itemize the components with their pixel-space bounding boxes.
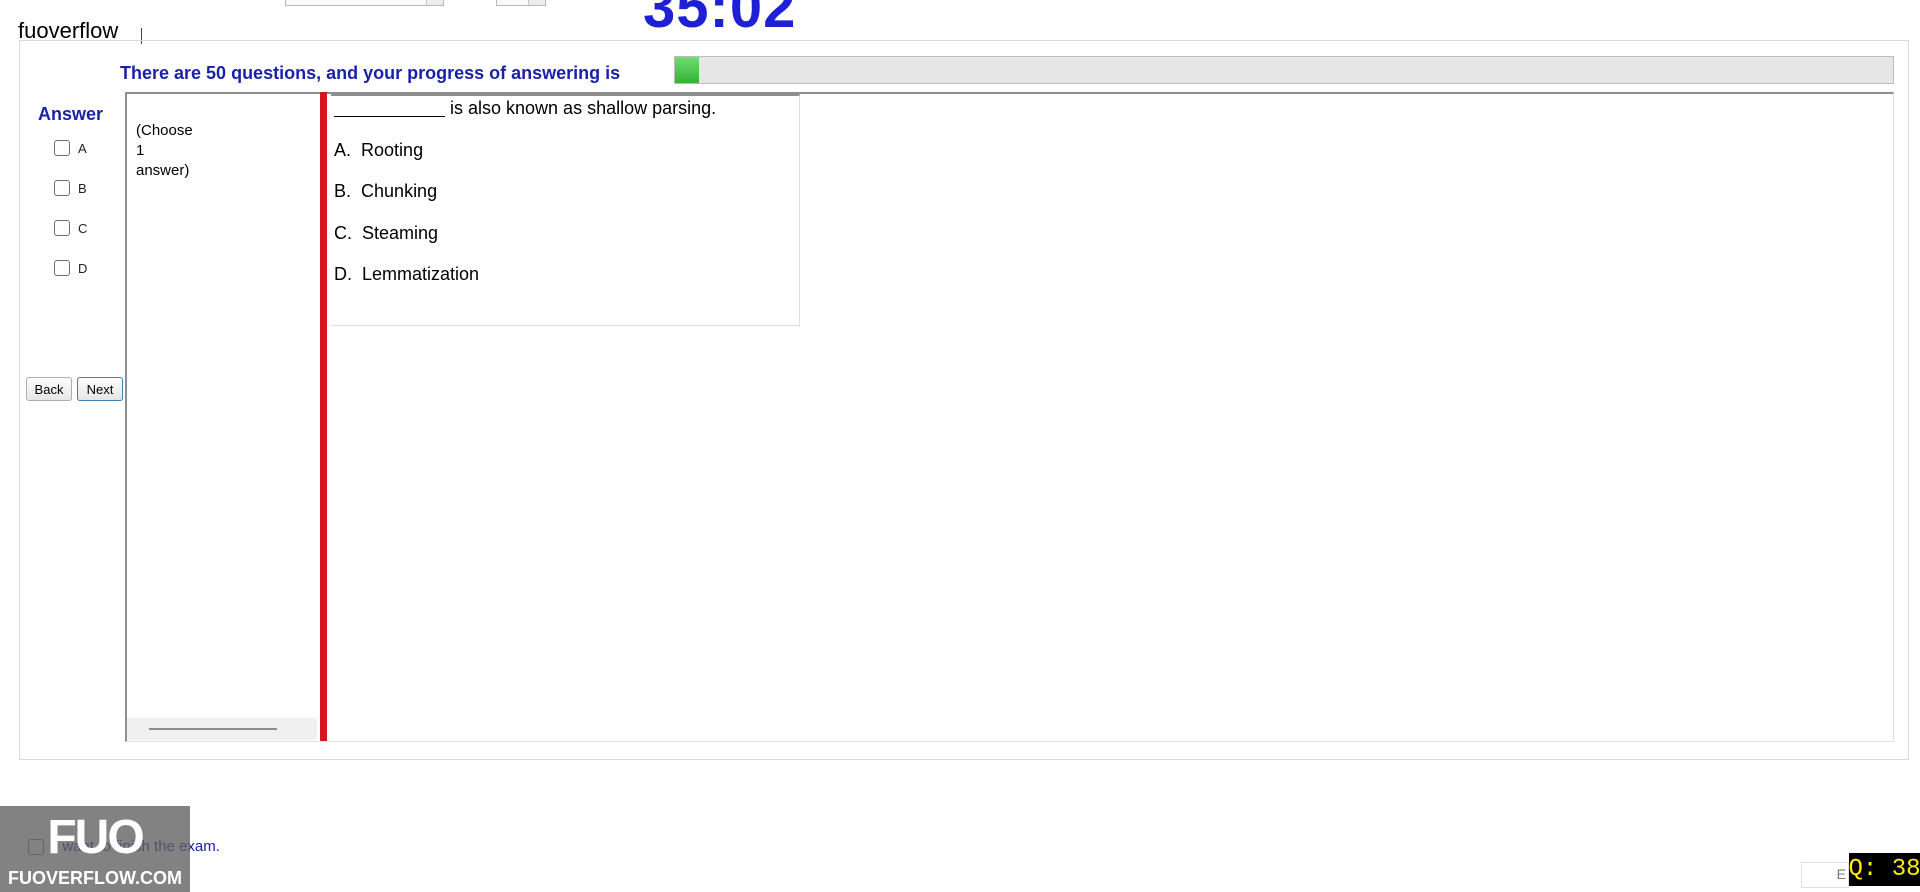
top-dropdown[interactable] (285, 0, 444, 6)
answer-option-d[interactable]: D (54, 259, 87, 277)
question-blank (334, 116, 445, 117)
choice-b: B. Chunking (334, 181, 437, 202)
top-small-dropdown[interactable] (496, 0, 546, 6)
countdown-timer: 35:02 (643, 0, 797, 40)
watermark-logo-text: FUO (47, 811, 144, 864)
bottom-small-field[interactable]: E (1801, 862, 1849, 888)
progress-fill (675, 57, 700, 83)
choice-a: A. Rooting (334, 140, 423, 161)
choice-letter: B. (334, 181, 352, 201)
answer-checkbox-a[interactable] (54, 140, 70, 156)
answer-checkbox-b[interactable] (54, 180, 70, 196)
answer-option-label: D (78, 260, 88, 276)
progress-label: There are 50 questions, and your progres… (120, 63, 621, 83)
horizontal-scrollbar[interactable] (127, 718, 317, 740)
instruction-text: (Choose 1 answer) (136, 122, 193, 179)
question-number-badge: Q: 38 (1849, 853, 1920, 886)
choice-c: C. Steaming (334, 223, 438, 244)
answer-option-a[interactable]: A (54, 139, 87, 157)
answer-option-label: A (78, 140, 87, 156)
choice-letter: C. (334, 223, 352, 243)
choice-text: Steaming (362, 223, 439, 243)
choice-letter: D. (334, 264, 352, 284)
watermark-url: FUOVERFLOW.COM (8, 868, 182, 888)
answer-option-label: C (78, 220, 88, 236)
answer-option-label: B (78, 180, 87, 196)
question-box (331, 94, 800, 326)
next-button[interactable]: Next (77, 377, 123, 401)
watermark-logo: FUO FUOVERFLOW.COM (0, 806, 190, 892)
answer-option-c[interactable]: C (54, 219, 87, 237)
bottom-small-field-text: E (1836, 866, 1846, 882)
choice-text: Chunking (361, 181, 438, 201)
answer-option-b[interactable]: B (54, 179, 87, 197)
dropdown-arrow[interactable] (426, 0, 443, 5)
small-dropdown-arrow[interactable] (528, 0, 545, 5)
answer-title: Answer (38, 104, 104, 124)
choice-text: Rooting (361, 140, 424, 160)
choice-d: D. Lemmatization (334, 264, 479, 285)
progress-bar (674, 56, 1894, 84)
answer-checkbox-d[interactable] (54, 260, 70, 276)
pane-splitter[interactable] (320, 92, 327, 741)
question-text: is also known as shallow parsing. (450, 98, 717, 118)
scrollbar-thumb[interactable] (149, 728, 277, 730)
answer-checkbox-c[interactable] (54, 220, 70, 236)
back-button[interactable]: Back (26, 377, 72, 401)
choice-text: Lemmatization (362, 264, 480, 284)
choice-letter: A. (334, 140, 352, 160)
